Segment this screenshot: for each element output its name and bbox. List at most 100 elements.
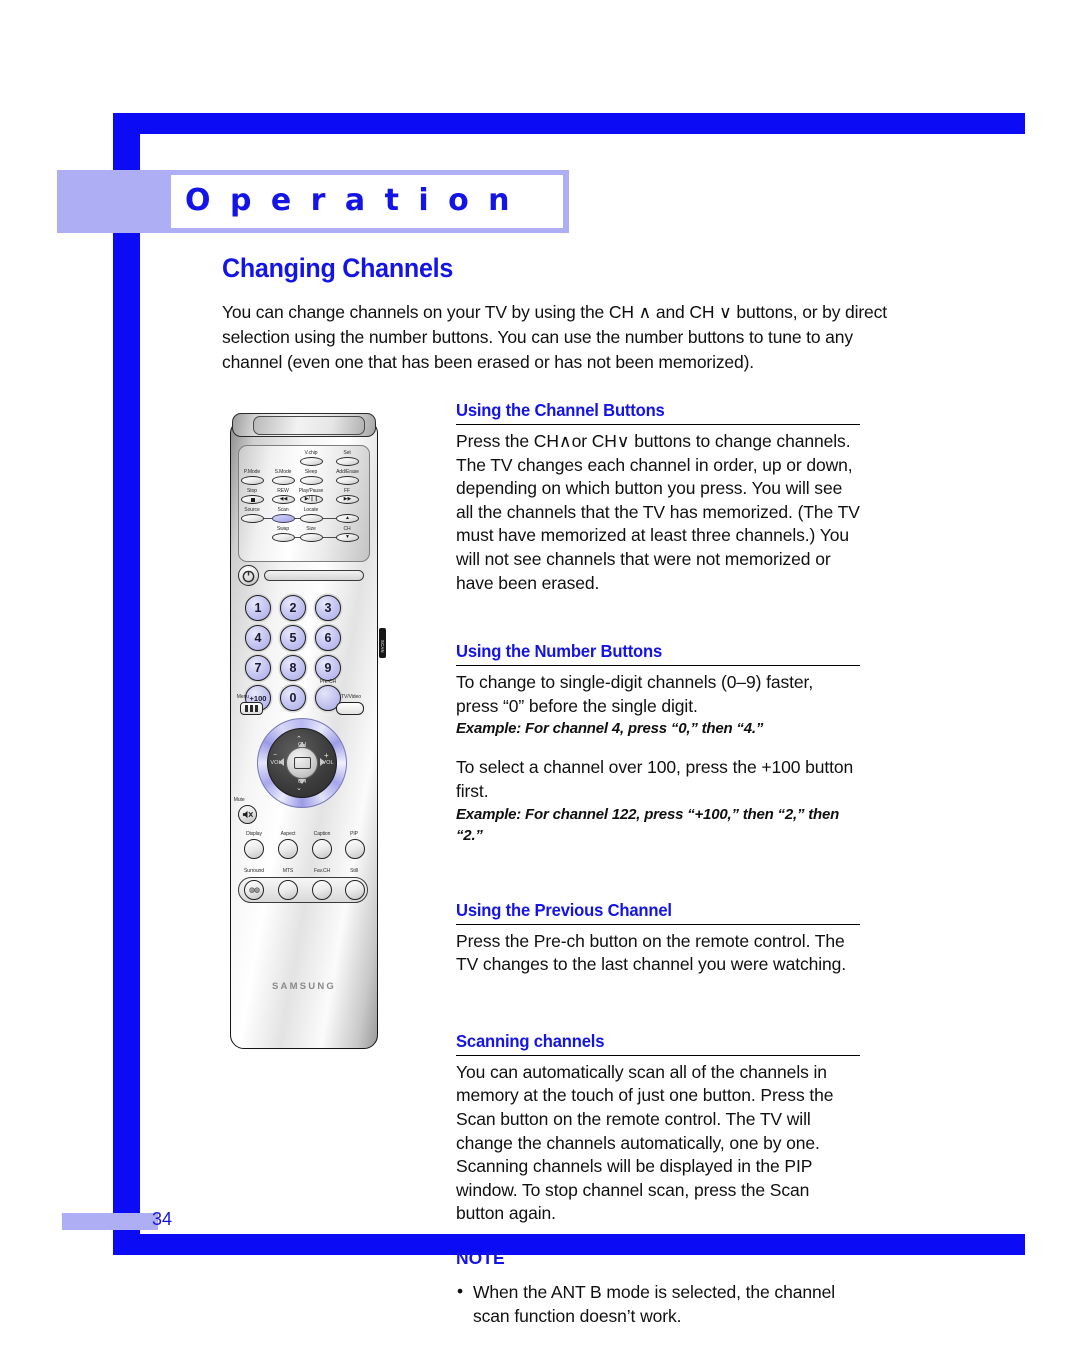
button-channel-down[interactable]: ▼ (336, 533, 359, 542)
intro-paragraph: You can change channels on your TV by us… (222, 302, 887, 372)
button-pmode[interactable] (241, 476, 264, 485)
triangle-down-icon: ▼ (345, 534, 350, 540)
label-pmode: P.Mode (243, 469, 261, 475)
button-sleep[interactable] (300, 476, 323, 485)
enter-icon (293, 757, 311, 769)
section-body-part1: To change to single-digit channels (0–9)… (456, 672, 814, 716)
section-body: Press the Pre-ch button on the remote co… (456, 930, 847, 975)
button-menu[interactable] (240, 702, 263, 715)
triangle-up-icon: ▲ (345, 515, 350, 521)
dpad-label-vol-minus: VOL (270, 760, 282, 766)
label-stop: Stop (247, 488, 257, 494)
label-source: Source (244, 507, 260, 513)
button-add-erase[interactable] (336, 476, 359, 485)
button-display[interactable] (244, 839, 264, 859)
button-scan[interactable] (272, 514, 295, 523)
section-previous-channel: Using the Previous Channel Press the Pre… (456, 900, 860, 977)
dpad-arrow-right-icon (320, 758, 325, 766)
play-pause-icon: ▶/❙❙ (304, 496, 319, 502)
button-caption[interactable] (312, 839, 332, 859)
button-tvvideo[interactable] (336, 702, 364, 715)
connector-line (323, 518, 336, 520)
number-button-5[interactable]: 5 (280, 625, 306, 651)
label-tvvideo: TV/Video (341, 694, 361, 700)
button-mute[interactable] (238, 805, 257, 824)
label-locate: Locate (303, 507, 319, 513)
button-play-pause[interactable]: ▶/❙❙ (300, 495, 323, 504)
label-ch: CH (343, 526, 351, 532)
footer-band (62, 1213, 158, 1230)
dpad-arrow-up-icon (298, 742, 306, 747)
page-title: Changing Channels (222, 253, 454, 283)
label-pip: PIP (350, 831, 358, 837)
remote-control-illustration: SCAN V.chip Set P.Mode S.Mode Sleep Add/… (228, 413, 386, 1051)
section-rule (456, 923, 860, 925)
page-border-left (113, 113, 140, 1255)
label-play-pause: Play/Pause (298, 488, 324, 494)
section-body-part2: To select a channel over 100, press the … (456, 757, 854, 801)
button-rew[interactable]: ◀◀ (272, 495, 295, 504)
number-button-7[interactable]: 7 (245, 655, 271, 681)
remote-function-panel: V.chip Set P.Mode S.Mode Sleep Add/Erase… (238, 445, 370, 562)
chevron-down-icon: ⌄ (296, 785, 302, 792)
button-swap[interactable] (272, 533, 295, 542)
note-items: • When the ANT B mode is selected, the c… (456, 1280, 860, 1328)
number-button-1[interactable]: 1 (245, 595, 271, 621)
section-scanning-channels: Scanning channels You can automatically … (456, 1031, 860, 1226)
button-pip[interactable] (345, 839, 365, 859)
remote-side-label: SCAN (380, 640, 385, 653)
content-column: Using the Channel Buttons Press the CH∧o… (456, 400, 860, 1328)
button-set[interactable] (336, 457, 359, 466)
button-smode[interactable] (272, 476, 295, 485)
section-example-1: Example: For channel 4, press “0,” then … (456, 720, 764, 738)
section-channel-buttons: Using the Channel Buttons Press the CH∧o… (456, 400, 860, 595)
menu-icon-bar (245, 705, 248, 712)
button-ff[interactable]: ▶▶ (336, 495, 359, 504)
button-stop[interactable] (241, 495, 264, 504)
button-favch[interactable] (312, 880, 332, 900)
button-channel-up[interactable]: ▲ (336, 514, 359, 523)
page-border-top (113, 113, 1025, 134)
button-still[interactable] (345, 880, 365, 900)
surround-icon: ◍◍ (248, 886, 260, 894)
label-surround: Surround (244, 868, 264, 874)
button-source[interactable] (241, 514, 264, 523)
number-button-6[interactable]: 6 (315, 625, 341, 651)
section-body: Press the CH∧or CH∨ buttons to change ch… (456, 431, 860, 593)
label-swap: Swap (276, 526, 290, 532)
note-item-text: When the ANT B mode is selected, the cha… (473, 1281, 836, 1326)
number-button-9[interactable]: 9 (315, 655, 341, 681)
button-mts[interactable] (278, 880, 298, 900)
rewind-icon: ◀◀ (279, 496, 288, 502)
chapter-title: O p e r a t i o n (185, 183, 515, 218)
button-vchip[interactable] (300, 457, 323, 466)
label-menu: Menu (236, 694, 250, 700)
dpad-arrow-left-icon (279, 758, 284, 766)
button-locate[interactable] (300, 514, 323, 523)
dpad-enter-button[interactable] (286, 747, 318, 779)
label-mts: MTS (282, 868, 294, 874)
button-size[interactable] (300, 533, 323, 542)
section-rule (456, 665, 860, 667)
bullet-icon: • (457, 1280, 464, 1301)
stop-icon (250, 497, 255, 502)
number-button-2[interactable]: 2 (280, 595, 306, 621)
power-bar-button[interactable] (264, 570, 364, 581)
number-button-0[interactable]: 0 (280, 685, 306, 711)
button-surround[interactable]: ◍◍ (244, 880, 264, 900)
number-button-3[interactable]: 3 (315, 595, 341, 621)
label-size: Size (306, 526, 316, 532)
power-button[interactable] (238, 565, 259, 586)
label-ff: FF (344, 488, 350, 494)
remote-top-cap (232, 413, 376, 437)
brand-logo: SAMSUNG (272, 981, 336, 992)
vol-minus-sign: − (273, 752, 278, 759)
label-sleep: Sleep (304, 469, 318, 475)
number-button-4[interactable]: 4 (245, 625, 271, 651)
button-aspect[interactable] (278, 839, 298, 859)
label-caption: Caption (313, 831, 331, 837)
label-add-erase: Add/Erase (336, 469, 359, 475)
number-button-8[interactable]: 8 (280, 655, 306, 681)
